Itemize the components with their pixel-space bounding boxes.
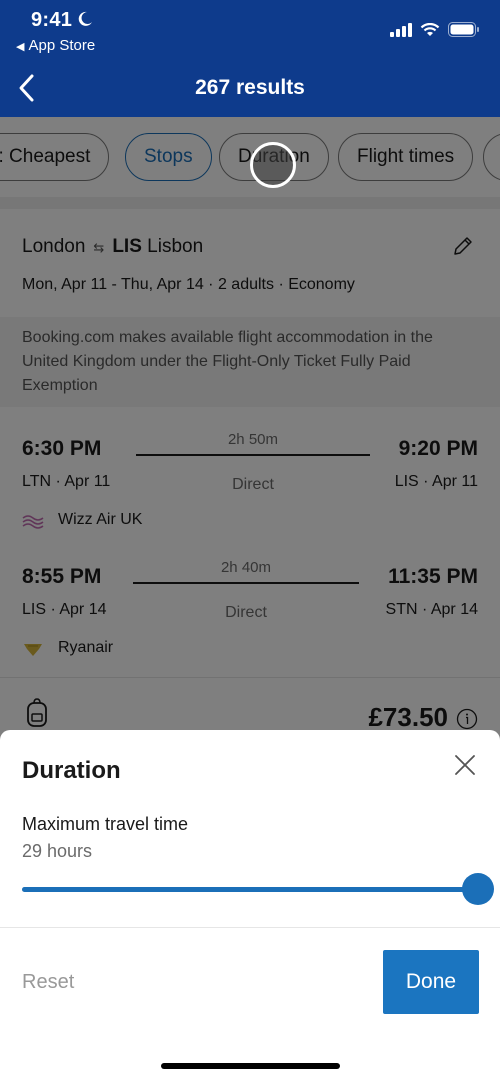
back-triangle-icon: ◀: [16, 41, 25, 53]
slider-value: 29 hours: [22, 841, 93, 861]
wifi-icon: [420, 22, 440, 36]
page-title: 267 results: [195, 76, 305, 99]
signal-icon: [390, 22, 412, 37]
slider-thumb[interactable]: [462, 873, 494, 905]
home-indicator: [161, 1063, 340, 1069]
close-icon[interactable]: [454, 754, 476, 776]
status-icons: [390, 22, 480, 37]
status-time: 9:41: [31, 9, 73, 31]
sheet-divider: [0, 927, 500, 928]
moon-icon: [78, 11, 92, 26]
travel-time-slider[interactable]: [22, 873, 494, 905]
reset-button[interactable]: Reset: [22, 971, 74, 994]
back-to-app-store[interactable]: ◀ App Store: [16, 37, 95, 54]
touch-indicator: [250, 142, 296, 188]
back-app-label: App Store: [28, 37, 96, 54]
slider-label: Maximum travel time: [22, 814, 189, 834]
battery-icon: [448, 22, 479, 37]
app-header: 9:41 ◀ App Store 267 results: [0, 0, 500, 117]
duration-filter-sheet: Duration Maximum travel time 29 hours Re…: [0, 730, 500, 1080]
done-button[interactable]: Done: [383, 950, 479, 1014]
slider-fill: [22, 887, 478, 892]
sheet-title: Duration: [22, 757, 121, 784]
